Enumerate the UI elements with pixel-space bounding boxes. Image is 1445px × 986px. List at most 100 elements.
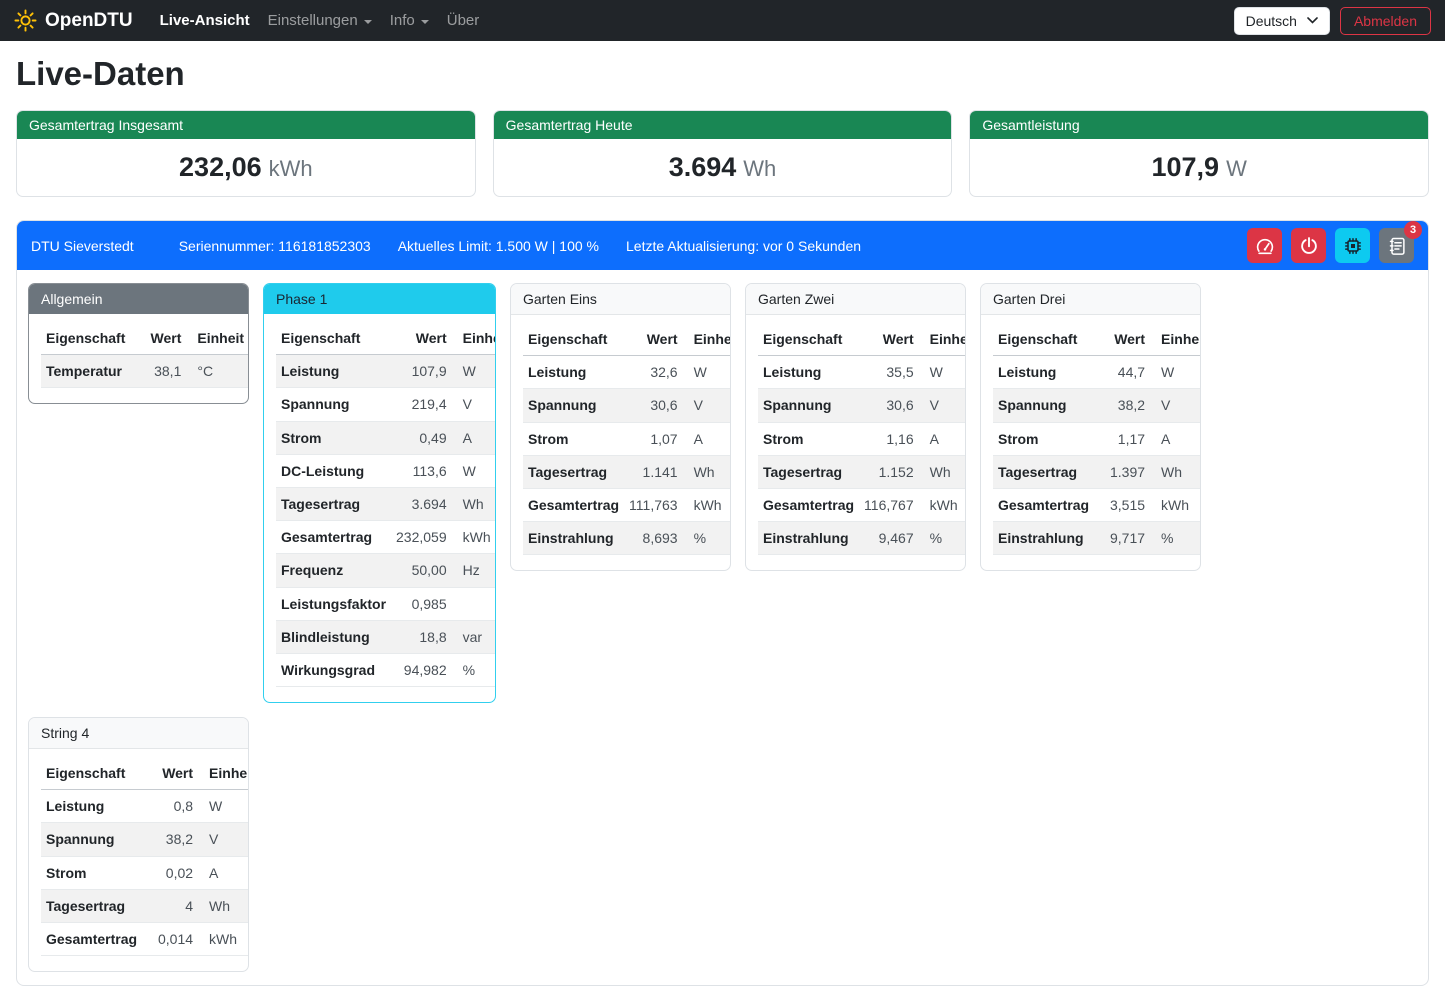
property-name: Leistung: [41, 790, 142, 823]
eventlog-badge: 3: [1404, 221, 1422, 239]
property-unit: W: [683, 356, 731, 389]
language-select[interactable]: Deutsch: [1234, 7, 1330, 35]
property-name: Spannung: [41, 823, 142, 856]
nav-item-live-ansicht[interactable]: Live-Ansicht: [151, 4, 259, 37]
table-row: Gesamtertrag 232,059 kWh: [276, 521, 496, 554]
property-value: 50,00: [391, 554, 452, 587]
panel-title: Garten Eins: [511, 284, 730, 315]
summary-card-value: 107,9: [1152, 152, 1220, 182]
inverter-panel-string-4: String 4 Eigenschaft Wert Einheit Leistu…: [28, 717, 249, 972]
power-button[interactable]: [1291, 228, 1326, 263]
nav-item-info[interactable]: Info: [381, 4, 438, 37]
table-row: Tagesertrag 1.152 Wh: [758, 455, 966, 488]
summary-card-value: 232,06: [179, 152, 262, 182]
column-header-value: Wert: [624, 323, 683, 356]
brand-label: OpenDTU: [45, 10, 133, 32]
table-row: Leistung 0,8 W: [41, 790, 249, 823]
property-unit: W: [198, 790, 249, 823]
table-row: Leistung 107,9 W: [276, 355, 496, 388]
column-header-value: Wert: [130, 322, 186, 355]
main-nav: Live-Ansicht Einstellungen Info Über: [151, 4, 489, 37]
property-unit: A: [683, 422, 731, 455]
property-value: 1,16: [859, 422, 919, 455]
table-row: Spannung 30,6 V: [758, 389, 966, 422]
dtu-serial: Seriennummer: 116181852303: [179, 238, 371, 254]
table-row: Spannung 30,6 V: [523, 389, 731, 422]
table-row: Temperatur 38,1 °C: [41, 355, 249, 388]
table-row: Gesamtertrag 111,763 kWh: [523, 488, 731, 521]
property-value: 0,49: [391, 421, 452, 454]
nav-item--ber[interactable]: Über: [438, 4, 489, 37]
summary-cards-row: Gesamtertrag Insgesamt 232,06kWh Gesamte…: [16, 110, 1429, 197]
logout-button[interactable]: Abmelden: [1340, 7, 1431, 35]
summary-card: Gesamtleistung 107,9W: [969, 110, 1429, 197]
eventlog-button[interactable]: 3: [1379, 228, 1414, 263]
table-row: Einstrahlung 9,717 %: [993, 522, 1201, 555]
property-unit: V: [198, 823, 249, 856]
property-unit: V: [452, 388, 496, 421]
limit-button[interactable]: [1247, 228, 1282, 263]
summary-card-title: Gesamtertrag Insgesamt: [17, 111, 475, 139]
column-header-unit: Einheit: [683, 323, 731, 356]
brand[interactable]: OpenDTU: [14, 9, 133, 32]
panel-title: Garten Drei: [981, 284, 1200, 315]
property-value: 38,2: [1094, 389, 1150, 422]
property-unit: Wh: [452, 487, 496, 520]
table-row: Tagesertrag 4 Wh: [41, 889, 249, 922]
property-value: 232,059: [391, 521, 452, 554]
nav-item-einstellungen[interactable]: Einstellungen: [259, 4, 381, 37]
summary-card: Gesamtertrag Insgesamt 232,06kWh: [16, 110, 476, 197]
table-row: Strom 0,49 A: [276, 421, 496, 454]
property-unit: V: [919, 389, 966, 422]
inverter-panel-garten-drei: Garten Drei Eigenschaft Wert Einheit Lei…: [980, 283, 1201, 571]
inverter-panel-garten-zwei: Garten Zwei Eigenschaft Wert Einheit Lei…: [745, 283, 966, 571]
property-name: Strom: [276, 421, 391, 454]
property-name: Spannung: [993, 389, 1094, 422]
property-unit: °C: [186, 355, 249, 388]
table-row: Wirkungsgrad 94,982 %: [276, 653, 496, 686]
property-name: Tagesertrag: [758, 455, 859, 488]
property-name: Strom: [758, 422, 859, 455]
property-value: 38,1: [130, 355, 186, 388]
navbar-right: Deutsch Abmelden: [1234, 7, 1431, 35]
property-name: Temperatur: [41, 355, 130, 388]
top-navbar: OpenDTU Live-Ansicht Einstellungen Info …: [0, 0, 1445, 41]
property-unit: kWh: [1150, 488, 1201, 521]
dtu-name: DTU Sieverstedt: [31, 238, 134, 254]
table-row: Spannung 38,2 V: [993, 389, 1201, 422]
panel-body: Eigenschaft Wert Einheit Temperatur 38,1…: [29, 314, 248, 403]
cpu-icon: [1343, 236, 1363, 256]
property-name: Tagesertrag: [993, 455, 1094, 488]
property-name: DC-Leistung: [276, 454, 391, 487]
summary-card-unit: Wh: [743, 156, 776, 181]
property-unit: var: [452, 620, 496, 653]
table-row: Strom 0,02 A: [41, 856, 249, 889]
table-row: Tagesertrag 3.694 Wh: [276, 487, 496, 520]
column-header-property: Eigenschaft: [41, 757, 142, 790]
property-name: Leistung: [758, 356, 859, 389]
property-value: 219,4: [391, 388, 452, 421]
nav-item-label: Info: [390, 12, 415, 29]
property-name: Gesamtertrag: [41, 923, 142, 956]
property-name: Leistung: [993, 356, 1094, 389]
property-value: 1.141: [624, 455, 683, 488]
table-row: Leistung 32,6 W: [523, 356, 731, 389]
inverter-info-button[interactable]: [1335, 228, 1370, 263]
table-row: Gesamtertrag 3,515 kWh: [993, 488, 1201, 521]
column-header-unit: Einheit: [1150, 323, 1201, 356]
summary-card-title: Gesamtertrag Heute: [494, 111, 952, 139]
property-value: 4: [142, 889, 198, 922]
chevron-down-icon: [1307, 17, 1318, 24]
property-name: Leistungsfaktor: [276, 587, 391, 620]
column-header-unit: Einheit: [452, 322, 496, 355]
property-value: 111,763: [624, 488, 683, 521]
property-unit: W: [452, 355, 496, 388]
dtu-last-update: Letzte Aktualisierung: vor 0 Sekunden: [626, 238, 861, 254]
caret-down-icon: [421, 20, 429, 24]
property-unit: kWh: [919, 488, 966, 521]
property-name: Spannung: [523, 389, 624, 422]
property-value: 0,014: [142, 923, 198, 956]
property-value: 8,693: [624, 522, 683, 555]
property-name: Einstrahlung: [758, 522, 859, 555]
table-row: Spannung 219,4 V: [276, 388, 496, 421]
